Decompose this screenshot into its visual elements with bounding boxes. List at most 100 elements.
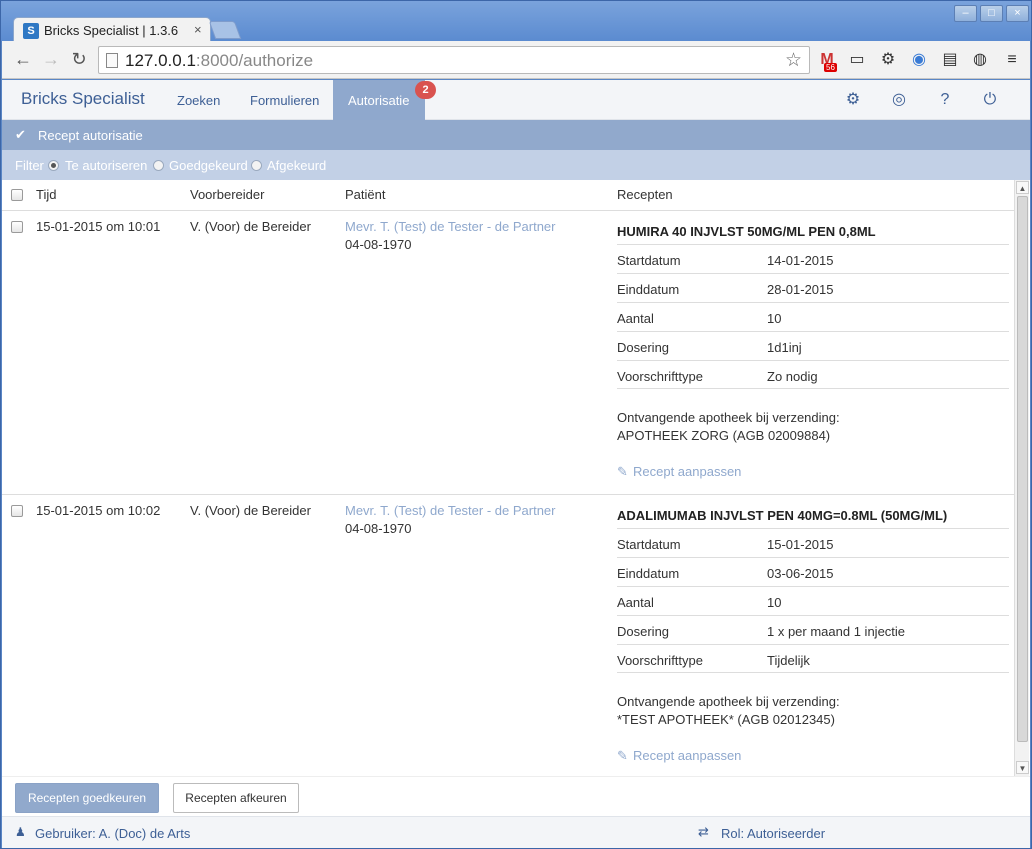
- field-label: Voorschrifttype: [617, 653, 703, 668]
- recepten-table: Tijd Voorbereider Patiënt Recepten 15-01…: [2, 180, 1014, 776]
- close-window-button[interactable]: ×: [1006, 5, 1029, 22]
- menu-icon[interactable]: ≡: [1002, 50, 1022, 70]
- scrollbar-thumb[interactable]: [1017, 196, 1028, 742]
- current-role[interactable]: Rol: Autoriseerder: [721, 826, 825, 841]
- tab-title: Bricks Specialist | 1.3.6: [44, 23, 179, 38]
- patient-birthdate: 04-08-1970: [345, 237, 412, 252]
- select-all-checkbox[interactable]: [11, 189, 23, 201]
- recept-field-dosering: Dosering 1 x per maand 1 injectie: [617, 615, 1009, 644]
- field-value: 1d1inj: [767, 340, 802, 355]
- field-value: 03-06-2015: [767, 566, 834, 581]
- patient-link[interactable]: Mevr. T. (Test) de Tester - de Partner: [345, 219, 556, 234]
- scroll-down-icon[interactable]: ▼: [1016, 761, 1029, 774]
- pharmacy-name: *TEST APOTHEEK* (AGB 02012345): [617, 712, 835, 727]
- lifebuoy-icon[interactable]: ◎: [889, 90, 909, 110]
- tab-close-icon[interactable]: ×: [194, 22, 202, 37]
- page-icon: [106, 53, 118, 68]
- forward-icon[interactable]: →: [40, 48, 62, 70]
- panel-title: Recept autorisatie: [38, 128, 143, 143]
- header-patient: Patiënt: [345, 187, 386, 202]
- action-bar: Recepten goedkeuren Recepten afkeuren: [2, 776, 1030, 816]
- autorisatie-count-badge: 2: [415, 81, 436, 99]
- row-checkbox[interactable]: [11, 221, 23, 233]
- filter-radio-goedgekeurd[interactable]: [153, 160, 164, 171]
- recept-field-einddatum: Einddatum 03-06-2015: [617, 557, 1009, 586]
- filter-option-afgekeurd[interactable]: Afgekeurd: [267, 158, 326, 173]
- url-text[interactable]: 127.0.0.1:8000/authorize: [125, 51, 313, 71]
- filter-bar: Filter Te autoriseren Goedgekeurd Afgeke…: [2, 150, 1030, 180]
- new-tab-button[interactable]: [208, 21, 242, 39]
- edit-recept-link[interactable]: ✎ Recept aanpassen: [617, 464, 741, 480]
- header-voorbereider: Voorbereider: [190, 187, 265, 202]
- current-user: Gebruiker: A. (Doc) de Arts: [35, 826, 191, 841]
- reload-icon[interactable]: ↻: [68, 48, 90, 70]
- filter-option-te-autoriseren[interactable]: Te autoriseren: [65, 158, 147, 173]
- panel-heading: ✔ Recept autorisatie: [2, 120, 1030, 150]
- user-icon: ♟: [15, 825, 26, 839]
- color-wheel-icon[interactable]: ◍: [970, 50, 990, 70]
- address-bar[interactable]: 127.0.0.1:8000/authorize ☆: [98, 46, 810, 74]
- pharmacy-label: Ontvangende apotheek bij verzending:: [617, 410, 840, 425]
- reject-button[interactable]: Recepten afkeuren: [173, 783, 299, 813]
- nav-zoeken[interactable]: Zoeken: [177, 93, 220, 108]
- cast-icon[interactable]: ▭: [847, 50, 867, 70]
- field-value: 10: [767, 595, 782, 610]
- power-icon[interactable]: ⏻: [980, 90, 1000, 110]
- edit-recept-label: Recept aanpassen: [633, 464, 742, 479]
- disc-icon[interactable]: ◉: [909, 50, 929, 70]
- field-value: Zo nodig: [767, 369, 818, 384]
- filter-radio-te-autoriseren[interactable]: [48, 160, 59, 171]
- scroll-up-icon[interactable]: ▲: [1016, 181, 1029, 194]
- row-tijd: 15-01-2015 om 10:01: [36, 219, 161, 234]
- patient-link[interactable]: Mevr. T. (Test) de Tester - de Partner: [345, 503, 556, 518]
- card-icon[interactable]: ▤: [940, 50, 960, 70]
- approve-button[interactable]: Recepten goedkeuren: [15, 783, 159, 813]
- row-checkbox[interactable]: [11, 505, 23, 517]
- field-label: Voorschrifttype: [617, 369, 703, 384]
- pharmacy-name: APOTHEEK ZORG (AGB 02009884): [617, 428, 831, 443]
- browser-toolbar: ← → ↻ 127.0.0.1:8000/authorize ☆ M 56 ▭ …: [2, 41, 1030, 79]
- app-page: Bricks Specialist Zoeken Formulieren Aut…: [2, 80, 1030, 848]
- maximize-button[interactable]: □: [980, 5, 1003, 22]
- table-header: Tijd Voorbereider Patiënt Recepten: [2, 180, 1014, 211]
- field-label: Einddatum: [617, 282, 680, 297]
- minimize-button[interactable]: –: [954, 5, 977, 22]
- url-host: 127.0.0.1: [125, 51, 196, 70]
- field-label: Aantal: [617, 311, 654, 326]
- filter-radio-afgekeurd[interactable]: [251, 160, 262, 171]
- pharmacy-info: Ontvangende apotheek bij verzending: *TE…: [617, 693, 840, 729]
- nav-autorisatie[interactable]: Autorisatie: [333, 80, 425, 120]
- help-icon[interactable]: ?: [935, 90, 955, 110]
- table-row: 15-01-2015 om 10:01 V. (Voor) de Bereide…: [2, 211, 1014, 495]
- field-label: Einddatum: [617, 566, 680, 581]
- recept-field-startdatum: Startdatum 15-01-2015: [617, 528, 1009, 557]
- star-icon[interactable]: ☆: [785, 49, 802, 72]
- field-label: Aantal: [617, 595, 654, 610]
- recept-field-aantal: Aantal 10: [617, 586, 1009, 615]
- brand-link[interactable]: Bricks Specialist: [21, 89, 145, 109]
- field-value: 1 x per maand 1 injectie: [767, 624, 906, 639]
- recept-field-voorschrifttype: Voorschrifttype Tijdelijk: [617, 644, 1009, 673]
- edit-recept-link[interactable]: ✎ Recept aanpassen: [617, 748, 741, 764]
- table-scrollbar[interactable]: ▲ ▼: [1014, 180, 1029, 776]
- recept-field-einddatum: Einddatum 28-01-2015: [617, 273, 1009, 302]
- table-row: 15-01-2015 om 10:02 V. (Voor) de Bereide…: [2, 495, 1014, 776]
- gear-icon[interactable]: ⚙: [878, 50, 898, 70]
- row-voorbereider: V. (Voor) de Bereider: [190, 503, 311, 518]
- filter-option-goedgekeurd[interactable]: Goedgekeurd: [169, 158, 248, 173]
- back-icon[interactable]: ←: [12, 48, 34, 70]
- shuffle-icon[interactable]: ⇄: [698, 824, 709, 840]
- nav-formulieren[interactable]: Formulieren: [250, 93, 319, 108]
- settings-icon[interactable]: ⚙: [843, 90, 863, 110]
- app-favicon-icon: S: [23, 23, 39, 39]
- app-footer: ♟ Gebruiker: A. (Doc) de Arts ⇄ Rol: Aut…: [2, 816, 1030, 848]
- app-navbar: Bricks Specialist Zoeken Formulieren Aut…: [2, 80, 1030, 120]
- filter-label: Filter: [15, 158, 44, 173]
- field-value: 28-01-2015: [767, 282, 834, 297]
- header-tijd: Tijd: [36, 187, 57, 202]
- recept-field-dosering: Dosering 1d1inj: [617, 331, 1009, 360]
- browser-window: S Bricks Specialist | 1.3.6 × – □ × ← → …: [0, 0, 1032, 849]
- edit-icon: ✎: [617, 464, 628, 479]
- edit-recept-label: Recept aanpassen: [633, 748, 742, 763]
- browser-tab[interactable]: S Bricks Specialist | 1.3.6 ×: [13, 17, 211, 43]
